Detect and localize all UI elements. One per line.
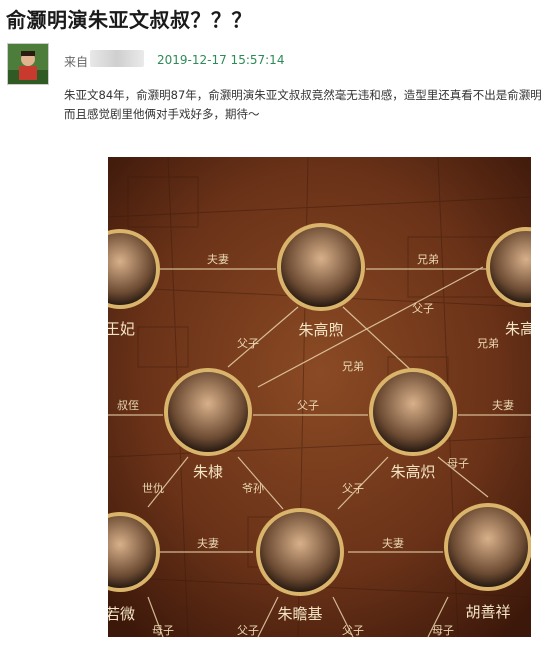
post-title: 俞灏明演朱亚文叔叔？？？ xyxy=(6,8,252,32)
relation-label: 母子 xyxy=(447,457,469,470)
character-name: 朱高煦 xyxy=(298,321,343,339)
post-body-line-2: 而且感觉剧里他俩对手戏好多，期待～ xyxy=(64,107,260,121)
relation-label: 夫妻 xyxy=(382,537,404,550)
character-name: 王妃 xyxy=(108,320,135,338)
relation-label: 夫妻 xyxy=(207,253,229,266)
relation-label: 父子 xyxy=(412,302,434,315)
avatar[interactable] xyxy=(7,43,49,85)
relation-label: 爷孙 xyxy=(242,481,264,495)
relation-label: 兄弟 xyxy=(342,360,364,373)
post-body: 朱亚文84年，俞灏明87年，俞灏明演朱亚文叔叔竟然毫无违和感，造型里还真看不出是… xyxy=(64,86,551,124)
character-name: 若微 xyxy=(108,605,135,623)
character-name: 朱高 xyxy=(505,320,531,338)
character-name: 胡善祥 xyxy=(465,603,510,621)
relation-label: 父子 xyxy=(342,624,364,637)
relation-label: 夫妻 xyxy=(492,399,514,412)
character-name: 朱高炽 xyxy=(390,463,435,481)
portrait-zhu-gaoxu xyxy=(277,223,365,311)
blurred-username xyxy=(90,50,144,67)
relation-label: 母子 xyxy=(152,624,174,637)
poster-graphic: 王妃 朱高煦 朱高 朱棣 朱高炽 若微 朱瞻基 胡善祥 夫妻 兄弟 父子 父子 … xyxy=(108,157,531,637)
relation-label: 父子 xyxy=(297,399,319,412)
relation-label: 父子 xyxy=(237,624,259,637)
post-timestamp: 2019-12-17 15:57:14 xyxy=(157,53,285,67)
avatar-image xyxy=(8,44,48,84)
relation-label: 夫妻 xyxy=(197,537,219,550)
portrait-zhu-zhanji xyxy=(256,508,344,596)
character-relationship-poster[interactable]: 王妃 朱高煦 朱高 朱棣 朱高炽 若微 朱瞻基 胡善祥 夫妻 兄弟 父子 父子 … xyxy=(108,157,531,637)
relation-label: 兄弟 xyxy=(477,337,499,350)
character-name: 朱棣 xyxy=(193,463,223,481)
relation-label: 母子 xyxy=(432,624,454,637)
relation-label: 父子 xyxy=(237,337,259,350)
source-label: 来自 xyxy=(64,55,89,69)
relation-label: 叔侄 xyxy=(117,398,139,412)
relation-label: 世仇 xyxy=(142,482,164,495)
relation-label: 父子 xyxy=(342,482,364,495)
post-body-line-1: 朱亚文84年，俞灏明87年，俞灏明演朱亚文叔叔竟然毫无违和感，造型里还真看不出是… xyxy=(64,88,542,102)
portrait-zhu-gaochi xyxy=(369,368,457,456)
portrait-zhu-di xyxy=(164,368,252,456)
relation-label: 兄弟 xyxy=(417,253,439,266)
portrait-hu-shanxiang xyxy=(444,503,531,591)
character-name: 朱瞻基 xyxy=(277,605,322,623)
